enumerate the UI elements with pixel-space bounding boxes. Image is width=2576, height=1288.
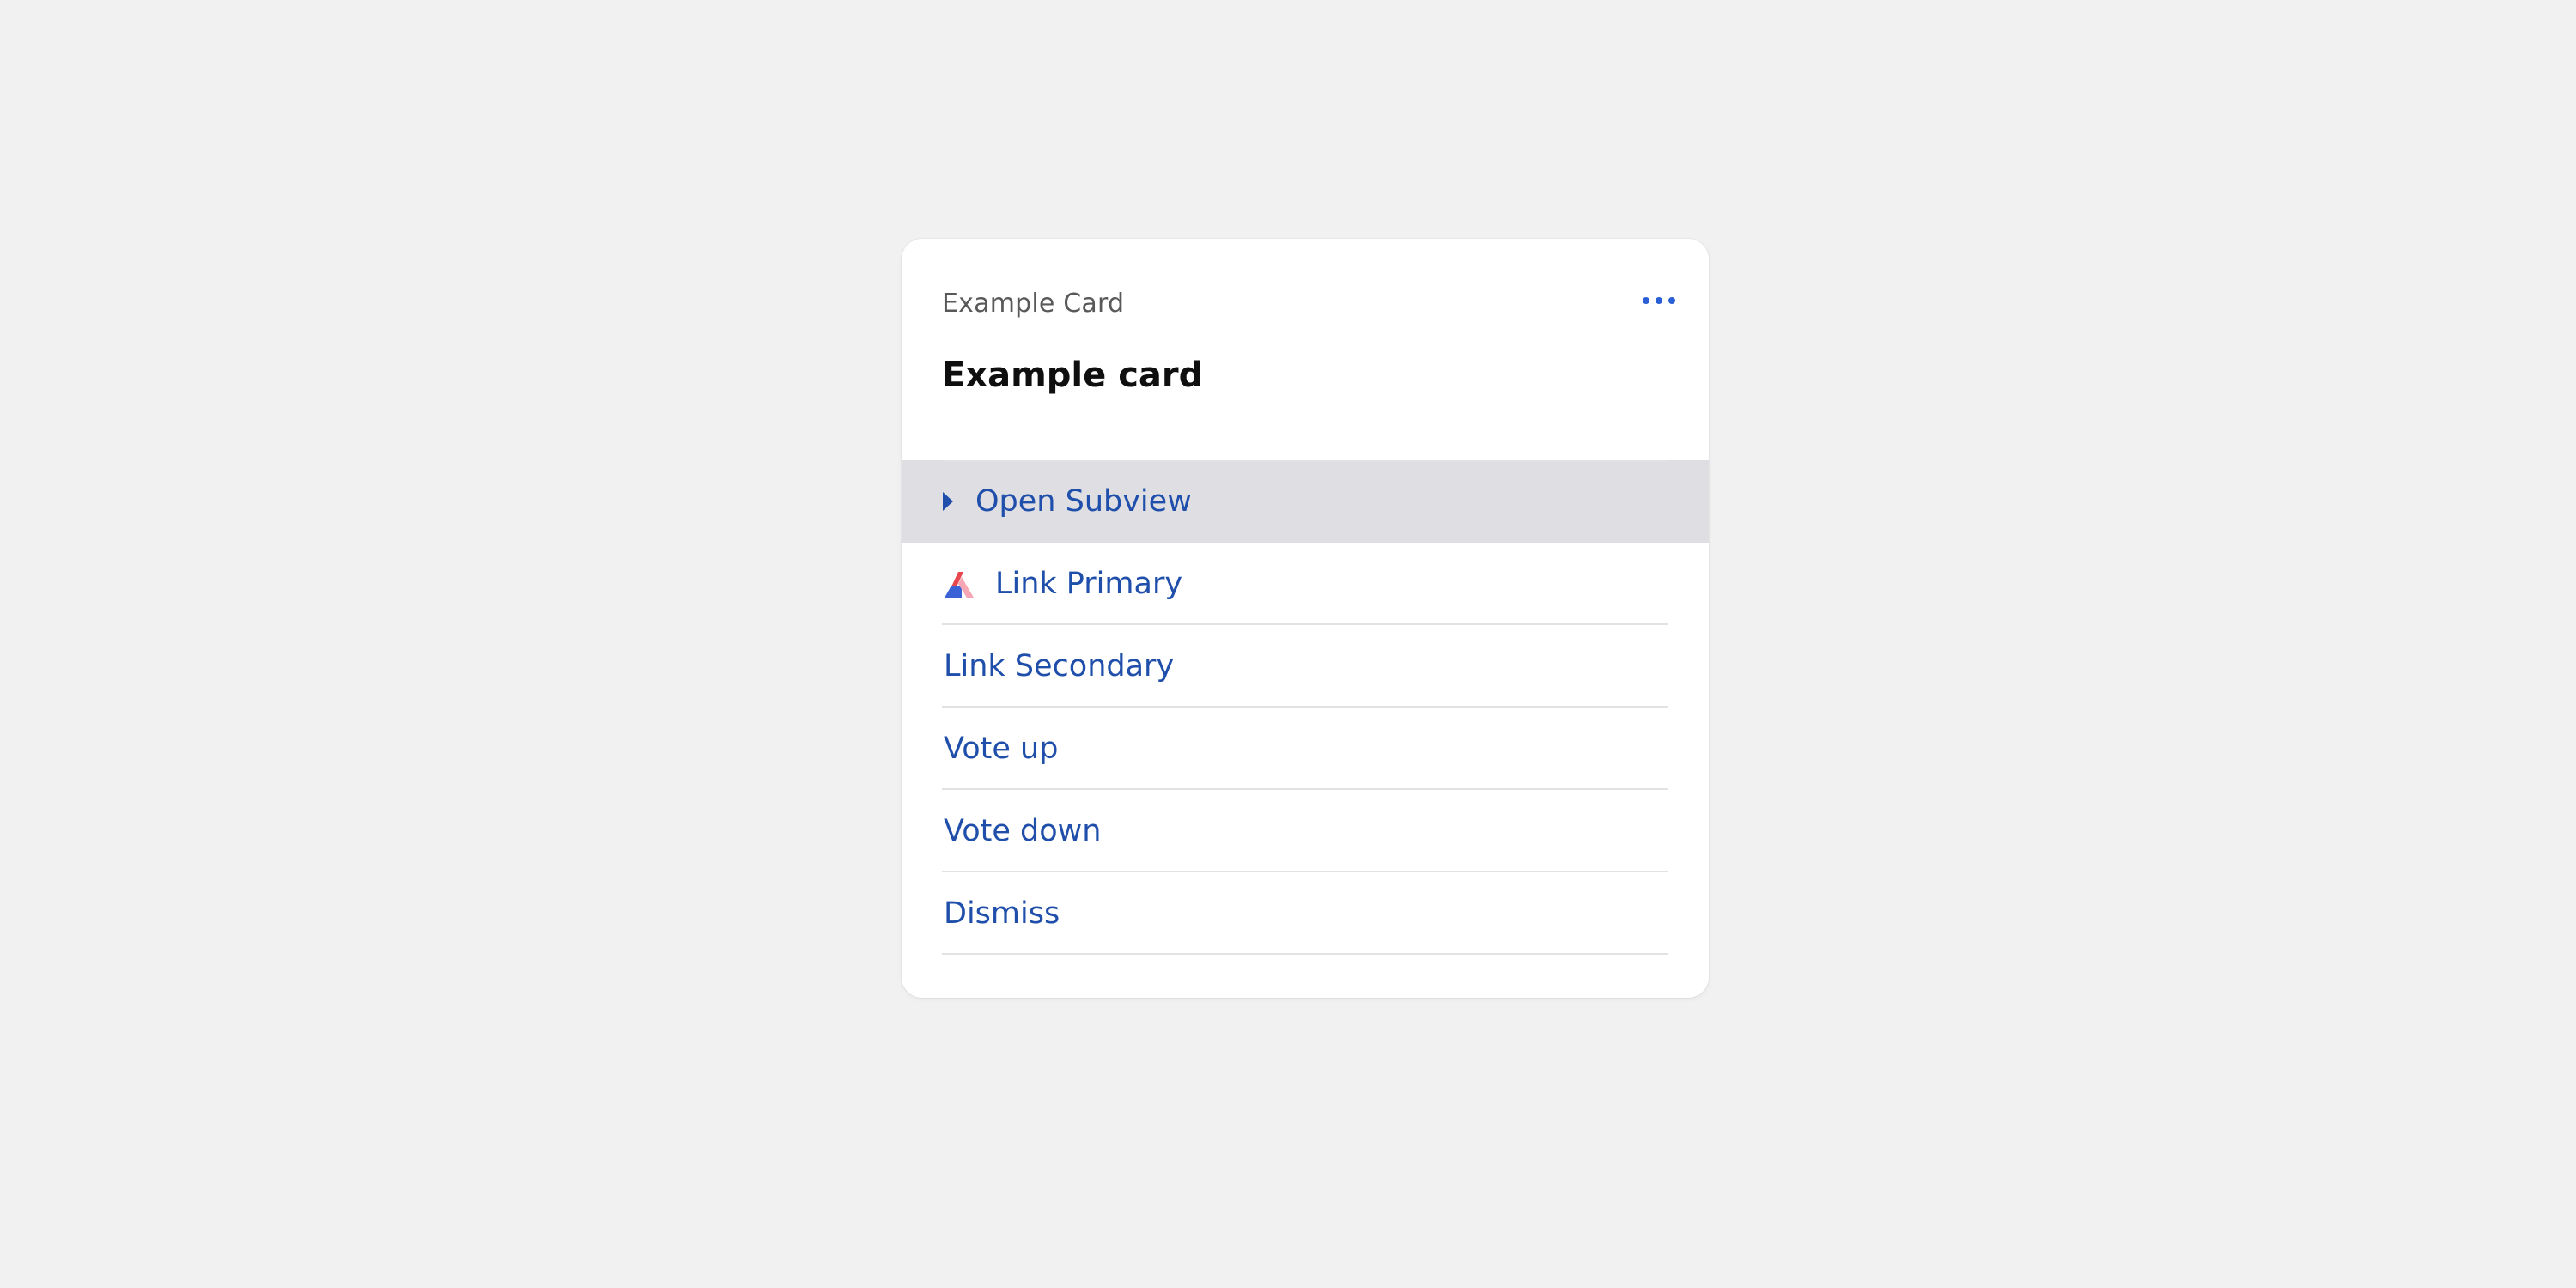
- link-secondary-row[interactable]: Link Secondary: [902, 625, 1709, 708]
- dismiss-row[interactable]: Dismiss: [902, 872, 1709, 955]
- example-card: Example Card Example card Open Subview L…: [902, 239, 1709, 998]
- brand-logo-icon: [945, 572, 974, 598]
- link-secondary-label: Link Secondary: [944, 649, 1175, 683]
- card-label: Example Card: [942, 289, 1125, 319]
- more-options-button[interactable]: [1635, 282, 1683, 319]
- card-action-list: Open Subview Link Primary Link Secondary…: [902, 460, 1709, 955]
- more-horizontal-icon: [1643, 297, 1675, 304]
- vote-down-label: Vote down: [944, 814, 1102, 848]
- link-primary-label: Link Primary: [995, 567, 1183, 601]
- card-title: Example card: [942, 355, 1204, 395]
- link-primary-row[interactable]: Link Primary: [902, 543, 1709, 625]
- divider: [942, 460, 1668, 462]
- vote-down-row[interactable]: Vote down: [902, 790, 1709, 872]
- open-subview-label: Open Subview: [975, 484, 1192, 519]
- open-subview-row[interactable]: Open Subview: [902, 460, 1709, 543]
- divider: [942, 953, 1668, 955]
- dismiss-label: Dismiss: [944, 896, 1060, 931]
- caret-right-icon: [943, 492, 953, 511]
- vote-up-label: Vote up: [944, 732, 1059, 766]
- vote-up-row[interactable]: Vote up: [902, 708, 1709, 790]
- card-header: Example Card: [942, 282, 1683, 333]
